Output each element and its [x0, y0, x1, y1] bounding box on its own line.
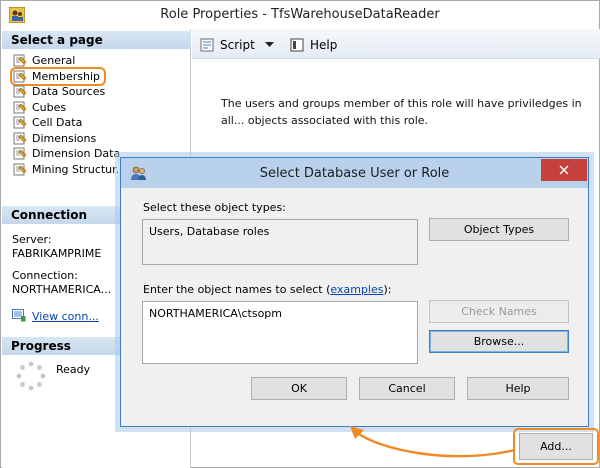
object-types-value: Users, Database roles	[149, 225, 270, 238]
object-names-input[interactable]: NORTHAMERICA\ctsopm	[142, 301, 418, 364]
page-item-label: Data Sources	[32, 85, 106, 98]
toolbar: Script Help	[192, 29, 600, 59]
page-wrench-icon	[13, 85, 27, 98]
examples-link[interactable]: examples	[330, 283, 383, 296]
script-icon	[200, 38, 214, 52]
view-connection-row: View conn...	[12, 309, 99, 323]
page-item-label: Membership	[32, 69, 100, 83]
cancel-button[interactable]: Cancel	[359, 377, 455, 400]
page-item-label: Cubes	[32, 100, 67, 114]
page-item-label: General	[32, 54, 76, 67]
help-label: Help	[310, 38, 338, 52]
script-label: Script	[220, 38, 255, 52]
help-toolbar-button[interactable]: Help	[290, 36, 337, 54]
help-book-icon	[290, 38, 304, 52]
page-wrench-icon	[13, 70, 27, 82]
script-button[interactable]: Script	[200, 36, 280, 54]
connection-value: NORTHAMERICA...	[12, 283, 112, 296]
progress-status-text: Ready	[56, 363, 91, 376]
object-types-label: Select these object types:	[143, 201, 286, 214]
close-icon	[559, 165, 569, 175]
check-names-button[interactable]: Check Names	[429, 300, 569, 323]
connection-label: Connection:	[12, 269, 78, 282]
connection-properties-icon	[12, 309, 26, 322]
page-item-label: Dimension Data	[32, 147, 121, 160]
select-page-header: Select a page	[2, 31, 191, 49]
progress-spinner-icon	[16, 361, 46, 391]
page-wrench-icon	[13, 147, 27, 160]
view-connection-link[interactable]: View conn...	[32, 310, 99, 323]
chevron-down-icon[interactable]	[264, 42, 274, 48]
page-item-general[interactable]: General	[12, 53, 190, 69]
add-button[interactable]: Add...	[519, 433, 593, 460]
page-item-data-sources[interactable]: Data Sources	[12, 84, 190, 100]
page-wrench-icon	[13, 132, 27, 144]
callout-arrow	[350, 426, 516, 458]
help-button[interactable]: Help	[467, 377, 569, 400]
object-names-label: Enter the object names to select (exampl…	[143, 283, 392, 296]
page-item-cell-data[interactable]: Cell Data	[12, 115, 190, 131]
object-types-field: Users, Database roles	[142, 219, 418, 265]
window-title-bar: Role Properties - TfsWarehouseDataReader	[1, 1, 599, 29]
page-item-dimensions[interactable]: Dimensions	[12, 131, 190, 147]
close-button[interactable]	[541, 159, 587, 181]
server-label: Server:	[12, 233, 52, 246]
page-wrench-icon	[13, 163, 27, 175]
ok-button[interactable]: OK	[251, 377, 347, 400]
page-item-membership[interactable]: Membership	[10, 66, 106, 86]
browse-button[interactable]: Browse...	[429, 330, 569, 353]
page-wrench-icon	[13, 101, 27, 113]
dialog-title-bar: Select Database User or Role	[121, 158, 588, 188]
progress-status: Ready	[14, 361, 134, 401]
page-item-label: Dimensions	[32, 131, 97, 145]
server-value: FABRIKAMPRIME	[12, 247, 102, 260]
dialog-title: Select Database User or Role	[259, 166, 450, 181]
role-description: The users and groups member of this role…	[221, 97, 582, 127]
page-item-cubes[interactable]: Cubes	[12, 100, 190, 116]
page-wrench-icon	[13, 116, 27, 129]
page-item-label: Mining Structur...	[32, 162, 127, 176]
page-wrench-icon	[13, 54, 27, 67]
window-title: Role Properties - TfsWarehouseDataReader	[160, 7, 440, 22]
select-user-role-dialog: Select Database User or Role Select thes…	[120, 157, 589, 427]
page-item-label: Cell Data	[32, 116, 83, 129]
object-names-value: NORTHAMERICA\ctsopm	[149, 307, 283, 320]
object-types-button[interactable]: Object Types	[429, 218, 569, 241]
